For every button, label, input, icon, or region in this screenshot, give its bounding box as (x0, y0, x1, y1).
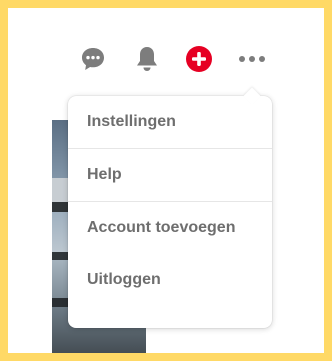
menu-item-label: Account toevoegen (87, 219, 236, 236)
menu-item-label: Help (87, 166, 122, 183)
menu-item-add-account[interactable]: Account toevoegen (68, 202, 272, 254)
menu-item-logout[interactable]: Uitloggen (68, 254, 272, 306)
header-toolbar (8, 8, 324, 98)
messages-icon[interactable] (78, 44, 108, 74)
menu-item-label: Instellingen (87, 113, 176, 130)
menu-item-label: Uitloggen (87, 271, 161, 288)
menu-item-settings[interactable]: Instellingen (68, 96, 272, 148)
create-plus-icon[interactable] (184, 44, 214, 74)
menu-item-help[interactable]: Help (68, 149, 272, 201)
more-options-menu: Instellingen Help Account toevoegen Uitl… (68, 87, 272, 328)
more-options-icon[interactable] (237, 44, 267, 74)
notifications-bell-icon[interactable] (132, 44, 162, 74)
screenshot-frame: Instellingen Help Account toevoegen Uitl… (0, 0, 332, 361)
